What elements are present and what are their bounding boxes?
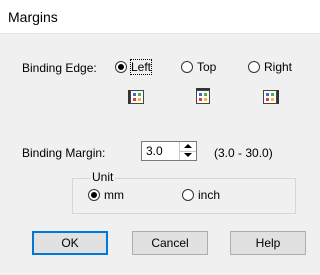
binding-margin-label: Binding Margin: <box>22 146 106 160</box>
decrement-button[interactable] <box>180 151 196 160</box>
stepper-buttons <box>179 142 196 160</box>
binding-edge-label: Binding Edge: <box>22 61 97 75</box>
binding-right-radio-button[interactable] <box>248 61 260 73</box>
binding-left-label: Left <box>129 59 153 75</box>
binding-right-icon <box>263 90 279 104</box>
ok-button[interactable]: OK <box>32 231 108 255</box>
unit-inch-radio-button[interactable] <box>182 189 194 201</box>
binding-left-radio-button[interactable] <box>115 61 127 73</box>
unit-mm-radio-button[interactable] <box>88 189 100 201</box>
title-bar: Margins <box>0 0 320 34</box>
binding-top-label: Top <box>197 60 217 74</box>
help-button[interactable]: Help <box>230 231 306 255</box>
binding-right-radio[interactable]: Right <box>246 58 306 76</box>
binding-left-radio[interactable]: Left <box>113 58 173 76</box>
cancel-button[interactable]: Cancel <box>132 231 208 255</box>
unit-group-label: Unit <box>90 170 116 184</box>
binding-margin-input[interactable] <box>142 142 180 160</box>
binding-right-label: Right <box>264 60 293 74</box>
unit-mm-label: mm <box>104 188 124 202</box>
unit-mm-radio[interactable]: mm <box>86 186 146 204</box>
binding-left-icon <box>128 90 144 104</box>
binding-top-radio[interactable]: Top <box>179 58 229 76</box>
chevron-down-icon <box>184 153 192 157</box>
binding-margin-stepper[interactable] <box>141 141 197 161</box>
window-title: Margins <box>8 9 58 25</box>
chevron-up-icon <box>184 144 192 148</box>
unit-inch-label: inch <box>198 188 221 202</box>
unit-inch-radio[interactable]: inch <box>180 186 240 204</box>
binding-top-radio-button[interactable] <box>181 61 193 73</box>
binding-top-icon <box>196 88 210 104</box>
binding-margin-range: (3.0 - 30.0) <box>214 146 273 160</box>
